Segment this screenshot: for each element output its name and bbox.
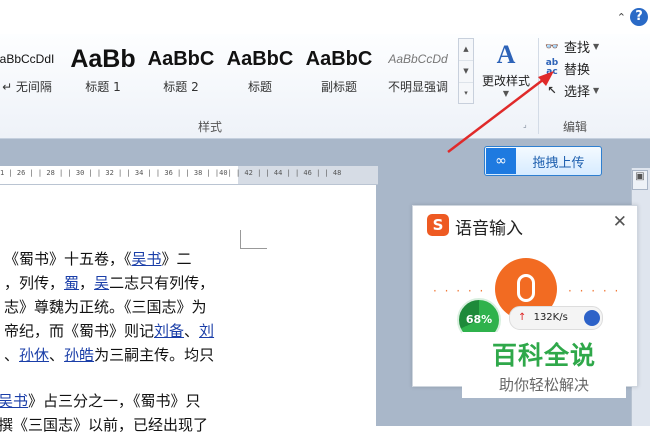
binoculars-icon: 👓 [545,39,559,53]
close-icon[interactable]: ✕ [613,212,627,232]
help-area: ⌃ ? [617,8,648,26]
upload-arrow-icon: ↑ [518,312,527,323]
voice-input-title: 语音输入 [455,219,523,239]
view-ruler-icon[interactable]: ▣ [632,170,648,190]
document-line: 撰《三国志》以前，已经出现了 [0,414,208,435]
style-no-spacing[interactable]: aBbCcDdI ↵ 无间隔 [0,42,62,100]
speed-ball-icon [584,310,600,326]
watermark-title: 百科全说 [491,341,596,370]
sound-dots-left: · · · · · [433,284,486,298]
style-label: 标题 1 [85,80,121,94]
style-label: 标题 [247,80,272,94]
help-icon[interactable]: ? [630,8,648,26]
text-run: ， [79,274,95,292]
chevron-down-icon: ▼ [593,41,600,51]
document-line: 、孙休、孙皓为三嗣主传。均只 [4,344,214,365]
document-line: ，列传，蜀，吴二志只有列传， [4,272,214,293]
hyperlink[interactable]: 吴书 [0,392,28,410]
text-run: 《蜀书》十五卷，《 [4,250,132,268]
style-preview: AaBbC [147,48,215,70]
chevron-down-icon: ▼ [593,85,600,95]
document-page[interactable]: 《蜀书》十五卷，《吴书》二 ，列传，蜀，吴二志只有列传， 志》尊魏为正统。《三国志》… [0,185,376,434]
minimize-ribbon-icon[interactable]: ⌃ [617,11,626,24]
style-subtitle[interactable]: AaBbC 副标题 [301,42,377,100]
hyperlink[interactable]: 吴 [94,274,109,292]
sound-dots-right: · · · · · [568,284,621,298]
text-run: 为三嗣主传。均只 [94,346,215,364]
annotation-arrow [447,71,554,153]
style-preview: AaBb [70,45,136,73]
hyperlink[interactable]: 刘 [199,322,214,340]
replace-label: 替换 [564,62,591,78]
document-line: 《蜀书》十五卷，《吴书》二 [4,248,192,269]
style-heading-1[interactable]: AaBb 标题 1 [66,42,140,100]
select-label: 选择 [564,84,591,100]
document-line: 吴书》占三分之一，《蜀书》只 [0,390,201,411]
find-label: 查找 [564,40,591,56]
gallery-up-icon[interactable]: ▲ [459,39,473,61]
title-strip: ⌃ ? [0,0,650,34]
text-run: 》占三分之一，《蜀书》只 [28,392,201,410]
style-title[interactable]: AaBbC 标题 [222,42,298,100]
text-run: 志》尊魏为正统。《三国志》为 [4,298,207,316]
hyperlink[interactable]: 刘备 [154,322,184,340]
styles-group-label: 样式 [197,120,222,134]
hyperlink[interactable]: 孙皓 [64,346,94,364]
text-run: 》二 [161,250,192,268]
hyperlink[interactable]: 蜀 [64,274,79,292]
margin-marker [240,230,267,249]
speed-readout: ↑ 132K/s [509,306,603,330]
sogou-logo-icon: S [427,214,449,236]
style-label: ↵ 无间隔 [2,80,52,94]
hyperlink[interactable]: 孙休 [19,346,49,364]
style-label: 标题 2 [163,80,199,94]
document-line: 志》尊魏为正统。《三国志》为 [4,296,207,317]
speed-value: 132K/s [533,312,568,323]
ruler-ticks: 1 | 26 | | 28 | | 30 | | 32 | | 34 | | 3… [0,169,342,177]
text-run: 、 [4,346,20,364]
find-button[interactable]: 👓 查找 ▼ [543,36,599,56]
text-run: 二志只有列传， [109,274,215,292]
style-preview: AaBbC [226,48,294,70]
watermark-badge: 百科全说 助你轻松解决 [462,332,626,398]
text-run: 、 [49,346,65,364]
style-label: 副标题 [320,80,357,94]
watermark-subtitle: 助你轻松解决 [498,376,589,394]
style-preview: AaBbC [305,48,373,70]
style-heading-2[interactable]: AaBbC 标题 2 [143,42,219,100]
document-line: 帝纪，而《蜀书》则记刘备、刘 [4,320,214,341]
text-run: 撰《三国志》以前，已经出现了 [0,416,209,434]
text-run: 帝纪，而《蜀书》则记 [4,322,155,340]
text-run: ，列传， [4,274,65,292]
horizontal-ruler[interactable]: 1 | 26 | | 28 | | 30 | | 32 | | 34 | | 3… [0,166,378,185]
style-preview: aBbCcDdI [0,52,55,66]
hyperlink[interactable]: 吴书 [132,250,162,268]
text-run: 、 [184,322,200,340]
